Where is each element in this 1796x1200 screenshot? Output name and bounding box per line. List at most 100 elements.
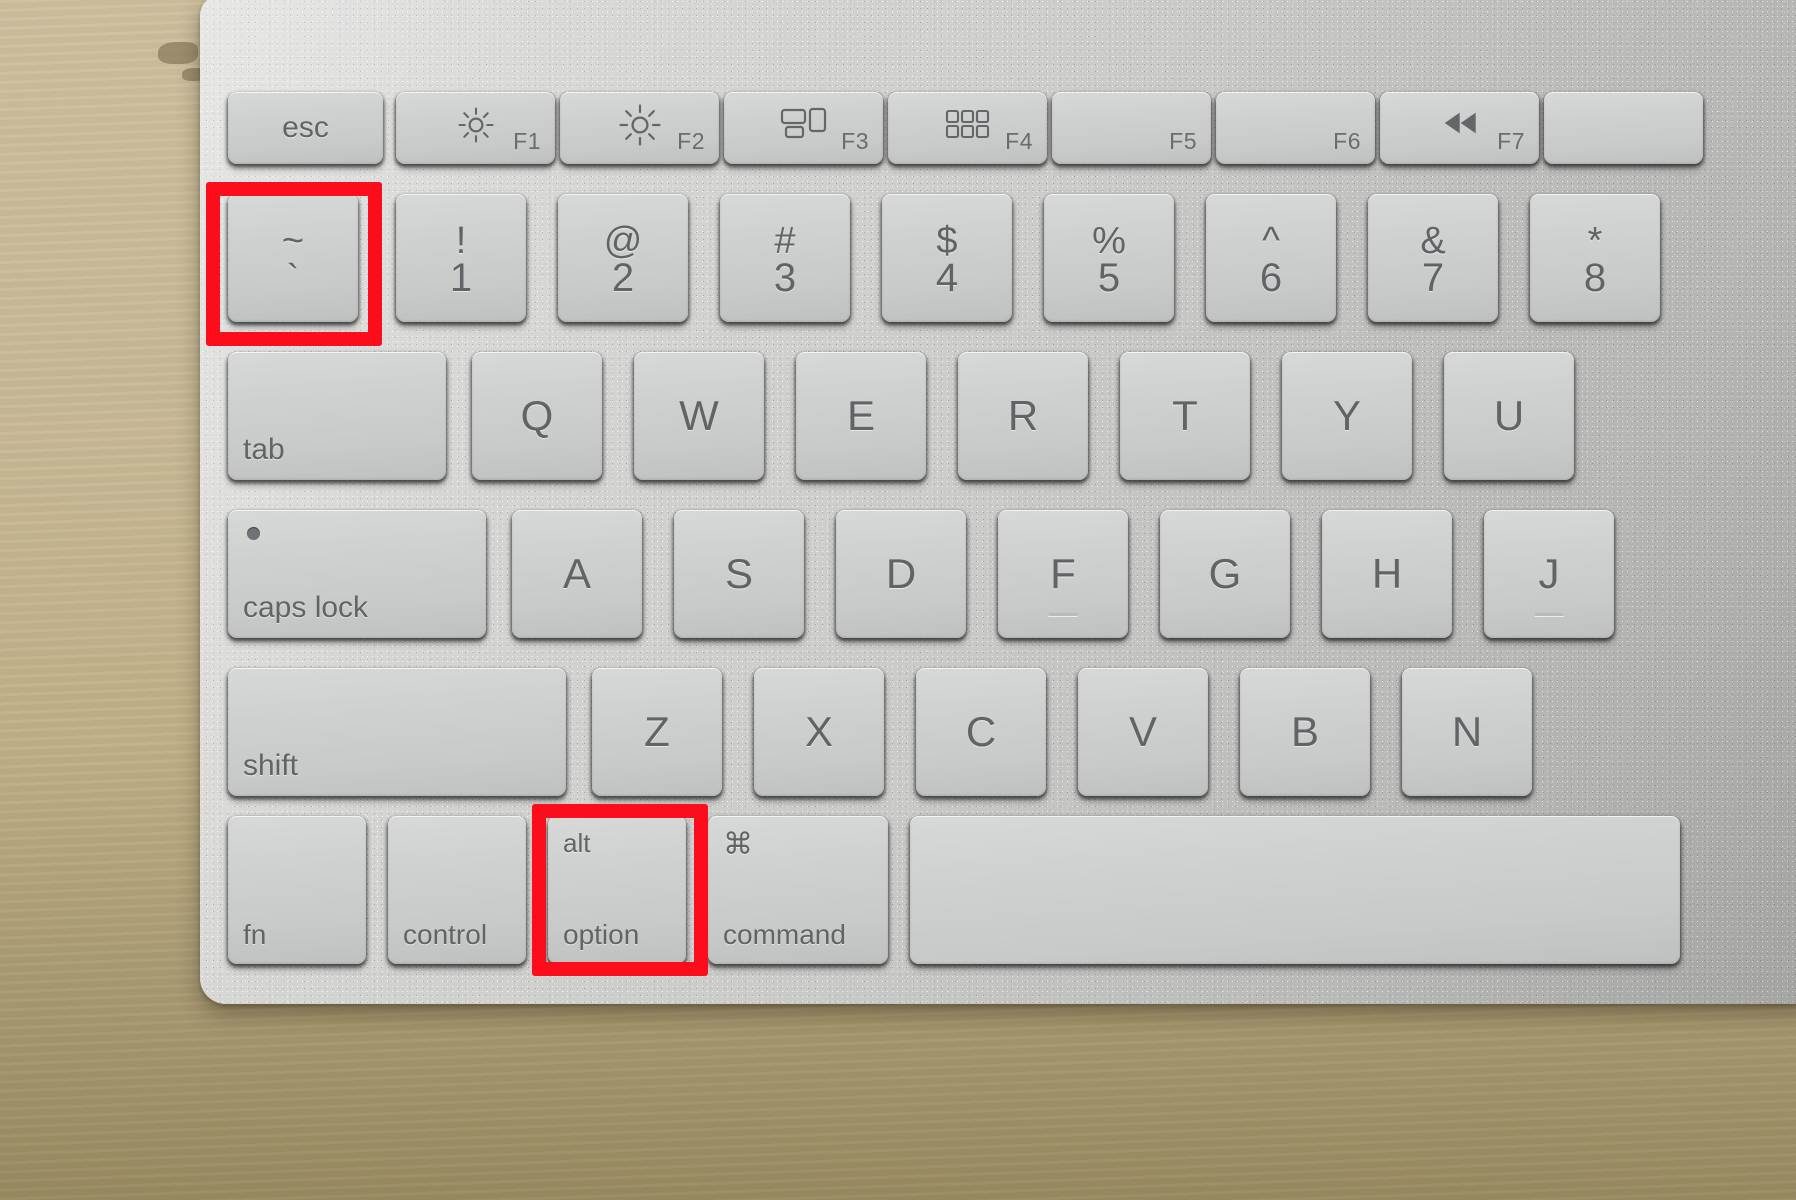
key-h[interactable]: H (1322, 510, 1452, 638)
key-c[interactable]: C (916, 668, 1046, 796)
key-f4-label: F4 (1005, 128, 1033, 154)
key-f-label: F (1050, 550, 1076, 597)
key-8-base-label: 8 (1583, 255, 1607, 300)
key-j[interactable]: J (1484, 510, 1614, 638)
key-7-base-label: 7 (1421, 255, 1445, 300)
key-fn[interactable]: fn (228, 816, 366, 964)
key-4[interactable]: $ 4 (882, 194, 1012, 322)
key-q[interactable]: Q (472, 352, 602, 480)
key-q-label: Q (520, 392, 554, 439)
key-d[interactable]: D (836, 510, 966, 638)
key-2[interactable]: @ 2 (558, 194, 688, 322)
key-f8[interactable] (1544, 92, 1703, 164)
key-6-base-label: 6 (1259, 255, 1283, 300)
key-h-label: H (1371, 550, 1403, 597)
key-b[interactable]: B (1240, 668, 1370, 796)
key-r[interactable]: R (958, 352, 1088, 480)
key-f3[interactable]: F3 (724, 92, 883, 164)
key-6-shift-label: ^ (1262, 220, 1280, 263)
key-e[interactable]: E (796, 352, 926, 480)
key-command-label: command (723, 919, 846, 950)
key-fn-label: fn (243, 919, 267, 950)
key-g[interactable]: G (1160, 510, 1290, 638)
key-8-shift-label: * (1587, 220, 1603, 263)
key-3-shift-label: # (774, 220, 796, 263)
key-4-base-label: 4 (935, 255, 959, 300)
magic-keyboard-body: esc F1 F2 F3 F4 F5 F6 F7 ~ ` ! 1 @ 2 # 3… (200, 0, 1796, 1004)
key-f6-label: F6 (1333, 128, 1361, 154)
key-f1[interactable]: F1 (396, 92, 555, 164)
desk-smudge (158, 42, 198, 64)
key-option-alt-label: alt (563, 828, 591, 858)
key-4-shift-label: $ (936, 220, 958, 263)
key-tab[interactable]: tab (228, 352, 446, 480)
key-f7-label: F7 (1497, 128, 1525, 154)
key-a-label: A (562, 550, 591, 597)
keyboard-photo: esc F1 F2 F3 F4 F5 F6 F7 ~ ` ! 1 @ 2 # 3… (0, 0, 1796, 1200)
key-3[interactable]: # 3 (720, 194, 850, 322)
key-f7[interactable]: F7 (1380, 92, 1539, 164)
key-f5[interactable]: F5 (1052, 92, 1211, 164)
key-e-label: E (846, 392, 875, 439)
key-6[interactable]: ^ 6 (1206, 194, 1336, 322)
key-w[interactable]: W (634, 352, 764, 480)
key-control[interactable]: control (388, 816, 526, 964)
key-esc-label: esc (282, 111, 329, 144)
key-v[interactable]: V (1078, 668, 1208, 796)
key-z-label: Z (644, 708, 670, 755)
key-f4[interactable]: F4 (888, 92, 1047, 164)
key-y-label: Y (1332, 392, 1361, 439)
key-t-label: T (1172, 392, 1198, 439)
key-3-base-label: 3 (773, 255, 797, 300)
key-5-base-label: 5 (1097, 255, 1121, 300)
key-2-shift-label: @ (603, 220, 643, 263)
j-homing-bar (1534, 613, 1564, 616)
key-t[interactable]: T (1120, 352, 1250, 480)
key-x-label: X (804, 708, 833, 755)
key-y[interactable]: Y (1282, 352, 1412, 480)
key-u-label: U (1493, 392, 1525, 439)
key-space[interactable] (910, 816, 1680, 964)
key-u[interactable]: U (1444, 352, 1574, 480)
key-j-label: J (1538, 550, 1560, 597)
tilde-key-shift-label: ~ (281, 220, 305, 263)
key-5[interactable]: % 5 (1044, 194, 1174, 322)
key-shift-label: shift (243, 749, 299, 782)
key-1-base-label: 1 (449, 255, 473, 300)
key-f5-label: F5 (1169, 128, 1197, 154)
key-r-label: R (1007, 392, 1039, 439)
key-n-label: N (1451, 708, 1483, 755)
key-g-label: G (1208, 550, 1242, 597)
key-f[interactable]: F (998, 510, 1128, 638)
key-esc[interactable]: esc (228, 92, 383, 164)
command-symbol-icon: ⌘ (723, 828, 753, 861)
key-control-label: control (403, 919, 488, 950)
key-f3-label: F3 (841, 128, 869, 154)
alt-option-key[interactable]: alt option (548, 816, 686, 964)
key-1[interactable]: ! 1 (396, 194, 526, 322)
key-7[interactable]: & 7 (1368, 194, 1498, 322)
key-shift[interactable]: shift (228, 668, 566, 796)
key-caps-lock-label: caps lock (243, 591, 369, 624)
key-n[interactable]: N (1402, 668, 1532, 796)
key-z[interactable]: Z (592, 668, 722, 796)
key-7-shift-label: & (1420, 220, 1446, 263)
key-f2[interactable]: F2 (560, 92, 719, 164)
key-f2-label: F2 (677, 128, 705, 154)
caps-lock-indicator-icon (247, 527, 260, 540)
key-2-base-label: 2 (611, 255, 635, 300)
tilde-key[interactable]: ~ ` (228, 194, 358, 322)
key-w-label: W (679, 392, 719, 439)
key-option-label: option (563, 919, 640, 950)
key-a[interactable]: A (512, 510, 642, 638)
key-f6[interactable]: F6 (1216, 92, 1375, 164)
key-8[interactable]: * 8 (1530, 194, 1660, 322)
key-d-label: D (885, 550, 917, 597)
key-1-shift-label: ! (455, 220, 467, 263)
key-command[interactable]: ⌘ command (708, 816, 888, 964)
key-s[interactable]: S (674, 510, 804, 638)
key-caps-lock[interactable]: caps lock (228, 510, 486, 638)
key-v-label: V (1128, 708, 1157, 755)
key-f1-label: F1 (513, 128, 541, 154)
key-x[interactable]: X (754, 668, 884, 796)
